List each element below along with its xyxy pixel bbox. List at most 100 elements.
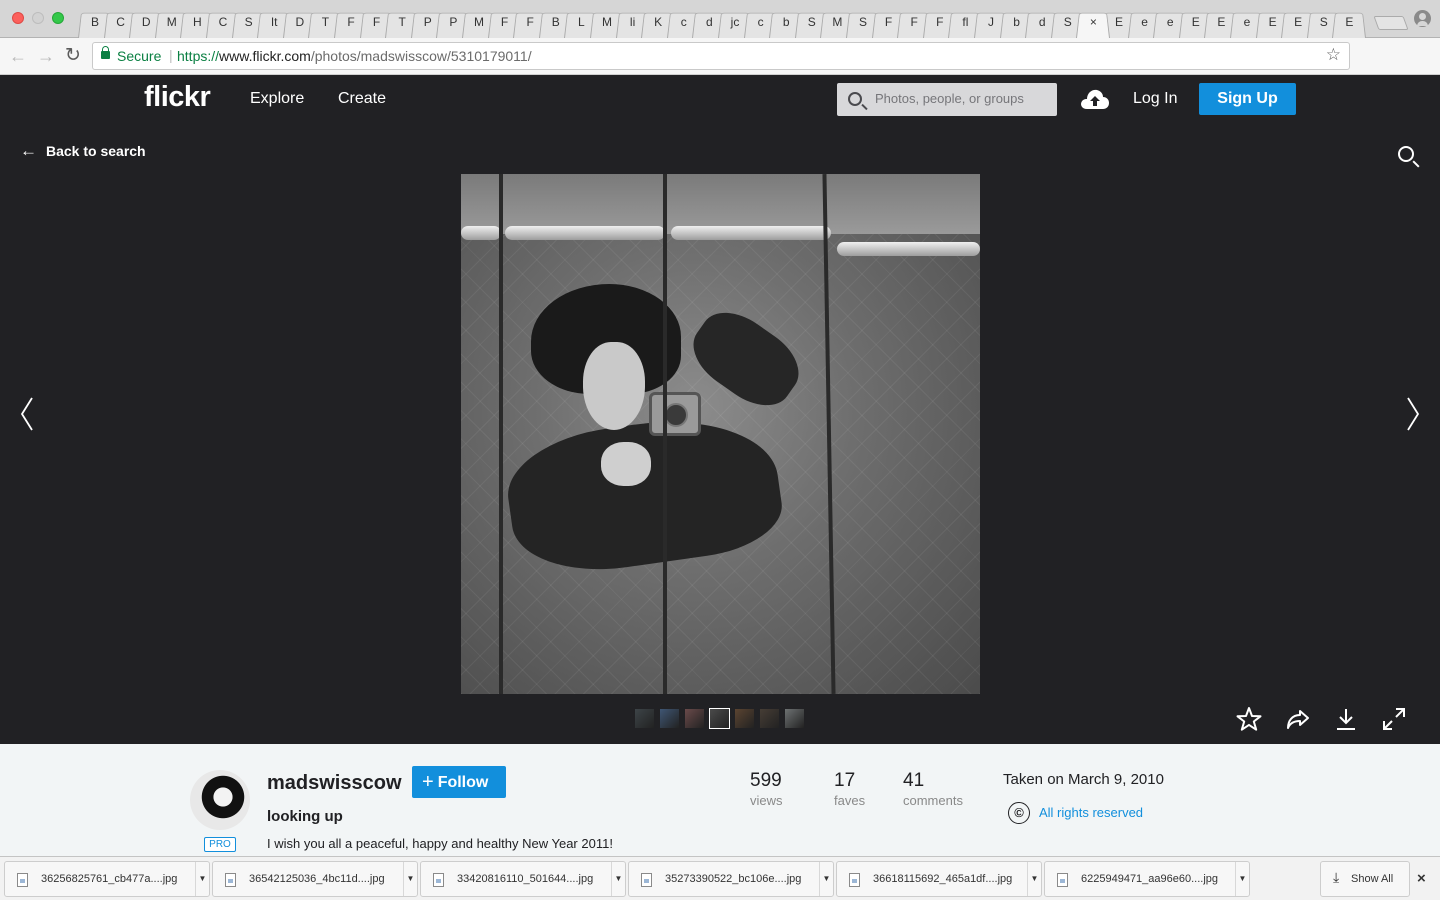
url-host: www.flickr.com xyxy=(219,48,311,64)
download-item[interactable]: 35273390522_bc106e....jpg ▼ xyxy=(628,861,834,897)
filmstrip-thumbnail[interactable] xyxy=(735,709,754,728)
faves-label: faves xyxy=(834,793,866,808)
browser-toolbar: ← → ↻ Secure | https://www.flickr.com/ph… xyxy=(0,38,1440,102)
photo-rail xyxy=(671,226,831,240)
window-close-button[interactable] xyxy=(12,12,24,24)
url-text[interactable]: https://www.flickr.com/photos/madswissco… xyxy=(177,48,532,64)
download-item[interactable]: 33420816110_501644....jpg ▼ xyxy=(420,861,626,897)
reload-icon[interactable]: ↻ xyxy=(63,46,83,66)
comments-count: 41 xyxy=(903,770,925,791)
fullscreen-expand-icon[interactable] xyxy=(1381,706,1407,732)
back-to-search-label: Back to search xyxy=(46,143,146,159)
avatar[interactable] xyxy=(190,770,250,830)
download-item[interactable]: 36618115692_465a1df....jpg ▼ xyxy=(836,861,1042,897)
close-downloads-icon[interactable]: × xyxy=(1417,870,1426,887)
photo-post xyxy=(499,174,503,694)
filmstrip-thumbnail[interactable] xyxy=(660,709,679,728)
download-arrow-icon: ⤓ xyxy=(1333,869,1340,885)
show-all-label: Show All xyxy=(1351,873,1394,885)
download-file-name: 6225949471_aa96e60....jpg xyxy=(1081,873,1219,885)
follow-label: Follow xyxy=(437,774,489,791)
pro-badge: PRO xyxy=(204,837,236,852)
flickr-logo[interactable]: flickr xyxy=(144,81,211,114)
url-scheme: https:// xyxy=(177,48,220,64)
filmstrip-thumbnail[interactable] xyxy=(685,709,704,728)
image-file-icon xyxy=(849,873,860,887)
bookmark-star-icon[interactable]: ☆ xyxy=(1326,45,1341,65)
download-file-name: 36618115692_465a1df....jpg xyxy=(873,873,1013,885)
previous-photo-chevron-icon[interactable] xyxy=(16,394,38,434)
photo-info-panel: PRO madswisscow + Follow looking up I wis… xyxy=(0,744,1440,856)
browser-tab-active[interactable]: × xyxy=(1076,7,1111,38)
follow-button[interactable]: + Follow xyxy=(412,766,506,798)
window-zoom-button[interactable] xyxy=(52,12,64,24)
copyright-icon: © xyxy=(1008,802,1030,824)
views-label: views xyxy=(750,793,783,808)
photo-figure-face xyxy=(583,342,645,430)
show-all-downloads-button[interactable]: ⤓ Show All xyxy=(1320,861,1410,897)
taken-date: Taken on March 9, 2010 xyxy=(1003,771,1164,788)
lock-icon xyxy=(101,46,110,59)
photo-post xyxy=(663,174,667,694)
url-path: /photos/madswisscow/5310179011/ xyxy=(310,48,532,64)
share-arrow-icon[interactable] xyxy=(1285,706,1311,732)
download-file-name: 33420816110_501644....jpg xyxy=(457,873,594,885)
filmstrip-thumbnail[interactable] xyxy=(760,709,779,728)
browser-tab[interactable]: E xyxy=(1332,7,1367,38)
browser-tabs: B C D M H C S It D T F F T P P M F F B L Mli Kc d jc c b S M S F F Ffl J… xyxy=(78,7,1378,38)
filmstrip-thumbnail[interactable] xyxy=(785,709,804,728)
download-menu-caret-icon[interactable]: ▼ xyxy=(819,862,833,896)
download-file-name: 35273390522_bc106e....jpg xyxy=(665,873,802,885)
back-arrow-icon[interactable]: ← xyxy=(8,46,28,66)
username-link[interactable]: madswisscow xyxy=(267,772,402,795)
photo-description: I wish you all a peaceful, happy and hea… xyxy=(267,836,613,851)
window-minimize-button[interactable] xyxy=(32,12,44,24)
new-tab-button[interactable] xyxy=(1373,16,1409,30)
comments-stat[interactable]: 41 comments xyxy=(903,770,963,808)
download-item[interactable]: 36256825761_cb477a....jpg ▼ xyxy=(4,861,210,897)
filmstrip-thumbnail[interactable] xyxy=(635,709,654,728)
login-link[interactable]: Log In xyxy=(1133,90,1177,108)
download-menu-caret-icon[interactable]: ▼ xyxy=(611,862,625,896)
address-bar[interactable]: Secure | https://www.flickr.com/photos/m… xyxy=(92,42,1350,70)
views-count: 599 xyxy=(750,770,782,791)
download-icon[interactable] xyxy=(1333,706,1359,732)
faves-stat[interactable]: 17 faves xyxy=(834,770,865,808)
forward-arrow-icon[interactable]: → xyxy=(36,46,56,66)
photo-rail xyxy=(837,242,980,256)
lightbox-search-icon[interactable] xyxy=(1398,146,1414,162)
faves-count: 17 xyxy=(834,770,856,791)
profile-icon[interactable] xyxy=(1414,10,1431,27)
download-menu-caret-icon[interactable]: ▼ xyxy=(1235,862,1249,896)
secure-label: Secure xyxy=(117,48,162,64)
image-file-icon xyxy=(1057,873,1068,887)
download-item[interactable]: 36542125036_4bc11d....jpg ▼ xyxy=(212,861,418,897)
download-menu-caret-icon[interactable]: ▼ xyxy=(1027,862,1041,896)
favorite-star-icon[interactable] xyxy=(1236,706,1262,732)
nav-explore[interactable]: Explore xyxy=(250,90,304,108)
main-photo[interactable] xyxy=(461,174,980,694)
search-input[interactable] xyxy=(875,91,1050,106)
photo-rail xyxy=(461,226,501,240)
photo-rail xyxy=(505,226,665,240)
next-photo-chevron-icon[interactable] xyxy=(1402,394,1424,434)
signup-button[interactable]: Sign Up xyxy=(1199,83,1296,115)
download-menu-caret-icon[interactable]: ▼ xyxy=(195,862,209,896)
download-item[interactable]: 6225949471_aa96e60....jpg ▼ xyxy=(1044,861,1250,897)
filmstrip-thumbnail[interactable] xyxy=(709,708,730,729)
site-header: flickr Explore Create Log In Sign Up xyxy=(0,75,1440,124)
url-separator: | xyxy=(169,47,173,63)
views-stat: 599 views xyxy=(750,770,783,808)
comments-label: comments xyxy=(903,793,963,808)
downloads-bar: 36256825761_cb477a....jpg ▼ 36542125036_4b… xyxy=(0,856,1440,900)
photo-camera xyxy=(649,392,701,436)
tab-label: E xyxy=(1345,15,1354,29)
download-file-name: 36256825761_cb477a....jpg xyxy=(41,873,178,885)
nav-create[interactable]: Create xyxy=(338,90,386,108)
download-menu-caret-icon[interactable]: ▼ xyxy=(403,862,417,896)
upload-cloud-icon[interactable] xyxy=(1080,88,1110,110)
license-link[interactable]: All rights reserved xyxy=(1039,805,1143,820)
back-to-search-link[interactable]: ← Back to search xyxy=(20,141,146,161)
search-box xyxy=(837,83,1057,116)
image-file-icon xyxy=(17,873,28,887)
